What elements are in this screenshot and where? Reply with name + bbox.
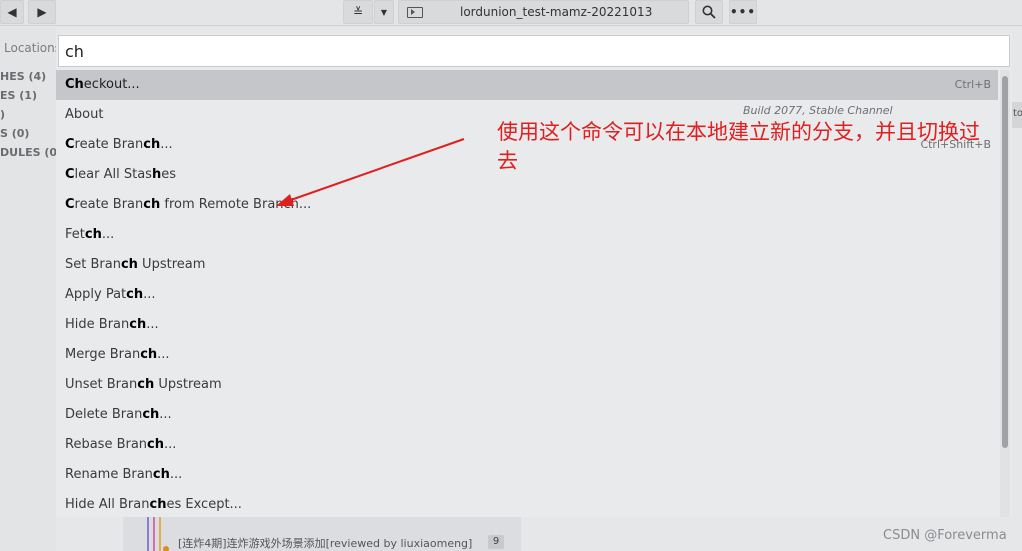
search-button[interactable] bbox=[695, 0, 723, 24]
command-label: Delete Branch... bbox=[65, 407, 172, 422]
nav-forward-icon: ▶ bbox=[37, 5, 47, 19]
command-label: Hide Branch... bbox=[65, 317, 159, 332]
command-item[interactable]: Unset Branch Upstream bbox=[56, 370, 998, 400]
command-label: Fetch... bbox=[65, 227, 115, 242]
command-label: Clear All Stashes bbox=[65, 167, 176, 182]
command-label: Create Branch from Remote Branch... bbox=[65, 197, 312, 212]
more-button[interactable]: ••• bbox=[729, 0, 757, 24]
right-panel-fragment-text: to bbox=[1013, 108, 1022, 119]
command-label: Rename Branch... bbox=[65, 467, 183, 482]
command-palette-input[interactable] bbox=[58, 35, 1010, 67]
annotation-text: 使用这个命令可以在本地建立新的分支，并且切换过去 bbox=[497, 120, 980, 173]
command-label: Set Branch Upstream bbox=[65, 257, 206, 272]
sidebar-item-branches[interactable]: HES (4) bbox=[0, 70, 46, 83]
dropdown-icon: ▼ bbox=[380, 7, 388, 17]
command-label: Checkout... bbox=[65, 77, 140, 92]
nav-back-icon: ◀ bbox=[7, 5, 17, 19]
nav-forward-button[interactable]: ▶ bbox=[28, 0, 56, 24]
command-item[interactable]: Rename Branch... bbox=[56, 460, 998, 490]
sidebar: Locations HES (4) ES (1) ) S (0) DULES (… bbox=[0, 27, 62, 551]
command-item[interactable]: Hide All Branches Except... bbox=[56, 490, 998, 517]
command-item[interactable]: Fetch... bbox=[56, 220, 998, 250]
command-item[interactable]: Delete Branch... bbox=[56, 400, 998, 430]
command-item[interactable]: Hide Branch... bbox=[56, 310, 998, 340]
command-label: Merge Branch... bbox=[65, 347, 170, 362]
stash-button[interactable]: ≚ bbox=[343, 0, 373, 24]
command-label: Apply Patch... bbox=[65, 287, 156, 302]
command-list-scrollbar[interactable] bbox=[1000, 70, 1010, 517]
command-label: About bbox=[65, 107, 104, 122]
commit-message[interactable]: [连炸4期]连炸游戏外场景添加[reviewed by liuxiaomeng] bbox=[178, 535, 472, 551]
commit-graph-lines bbox=[147, 515, 169, 551]
watermark: CSDN @Foreverma bbox=[883, 528, 1007, 543]
terminal-icon bbox=[407, 7, 423, 18]
sidebar-item-stashes[interactable]: S (0) bbox=[0, 127, 29, 140]
command-label: Create Branch... bbox=[65, 137, 173, 152]
command-label: Rebase Branch... bbox=[65, 437, 177, 452]
scrollbar-thumb[interactable] bbox=[1002, 76, 1008, 448]
toolbar: ◀ ▶ ≚ ▼ lordunion_test-mamz-20221013 ••• bbox=[0, 0, 1022, 26]
command-item[interactable]: Rebase Branch... bbox=[56, 430, 998, 460]
repository-title-button[interactable]: lordunion_test-mamz-20221013 bbox=[398, 0, 689, 24]
command-shortcut: Ctrl+B bbox=[954, 78, 991, 91]
repository-title: lordunion_test-mamz-20221013 bbox=[460, 5, 653, 19]
stash-dropdown-button[interactable]: ▼ bbox=[374, 0, 394, 24]
locations-tab[interactable]: Locations bbox=[4, 41, 61, 55]
command-label: Hide All Branches Except... bbox=[65, 497, 242, 512]
stash-icon: ≚ bbox=[352, 5, 364, 19]
command-item[interactable]: Merge Branch... bbox=[56, 340, 998, 370]
sidebar-item-remotes[interactable]: ES (1) bbox=[0, 89, 37, 102]
sidebar-item-submodules[interactable]: DULES (0) bbox=[0, 146, 62, 159]
command-label: Unset Branch Upstream bbox=[65, 377, 222, 392]
nav-back-button[interactable]: ◀ bbox=[0, 0, 24, 24]
sidebar-item-tags[interactable]: ) bbox=[0, 108, 5, 121]
more-icon: ••• bbox=[730, 5, 757, 19]
command-item[interactable]: Set Branch Upstream bbox=[56, 250, 998, 280]
search-icon bbox=[702, 5, 716, 19]
command-item[interactable]: Create Branch from Remote Branch... bbox=[56, 190, 998, 220]
command-item[interactable]: Apply Patch... bbox=[56, 280, 998, 310]
commit-file-count: 9 bbox=[488, 535, 504, 549]
command-palette: Checkout...Ctrl+BAboutBuild 2077, Stable… bbox=[56, 33, 1012, 517]
right-panel-fragment: to bbox=[1012, 102, 1022, 128]
